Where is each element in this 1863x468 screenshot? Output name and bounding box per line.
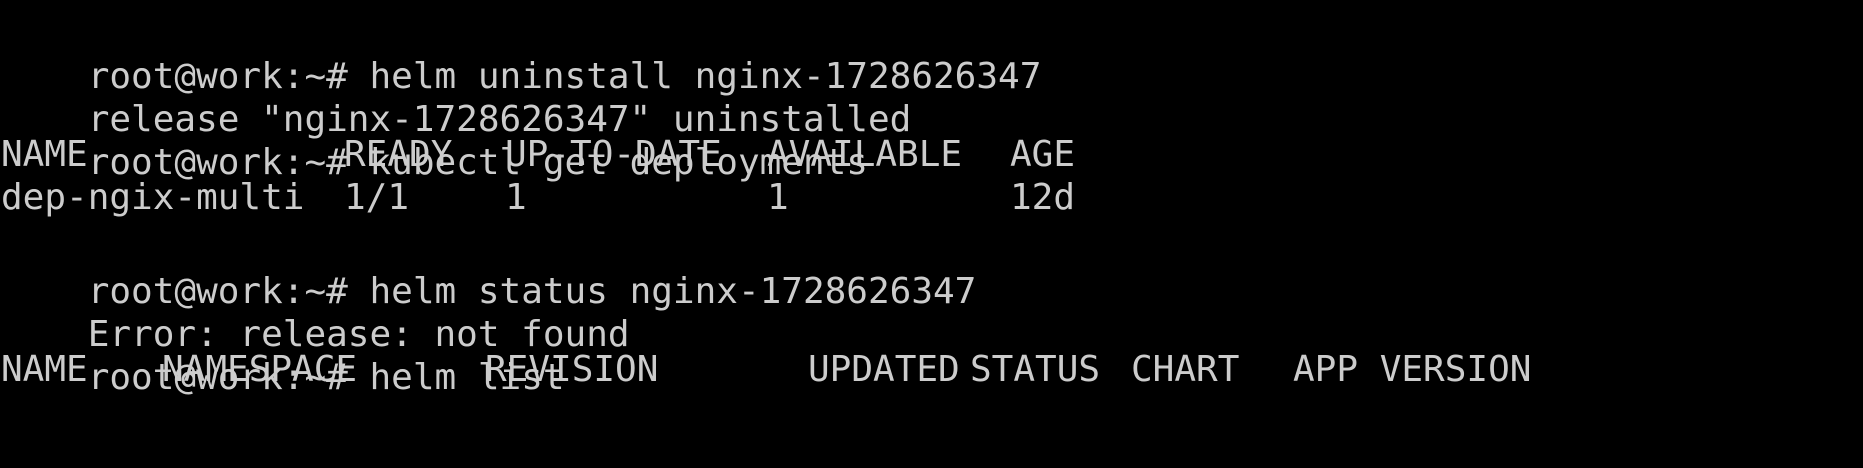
terminal-window[interactable]: root@work:~# helm uninstall nginx-172862… bbox=[0, 0, 1863, 468]
column-header: UPDATED bbox=[808, 349, 960, 390]
column-header: REVISION bbox=[485, 349, 659, 390]
column-header: CHART bbox=[1131, 349, 1240, 390]
column-header: NAME bbox=[1, 349, 88, 390]
column-header: STATUS bbox=[970, 349, 1101, 390]
releases-header: NAME NAMESPACE REVISION UPDATED STATUS C… bbox=[1, 344, 1863, 395]
column-header: NAMESPACE bbox=[162, 349, 358, 390]
column-header: APP VERSION bbox=[1293, 349, 1532, 390]
table-cell: 12d bbox=[1010, 177, 1076, 218]
